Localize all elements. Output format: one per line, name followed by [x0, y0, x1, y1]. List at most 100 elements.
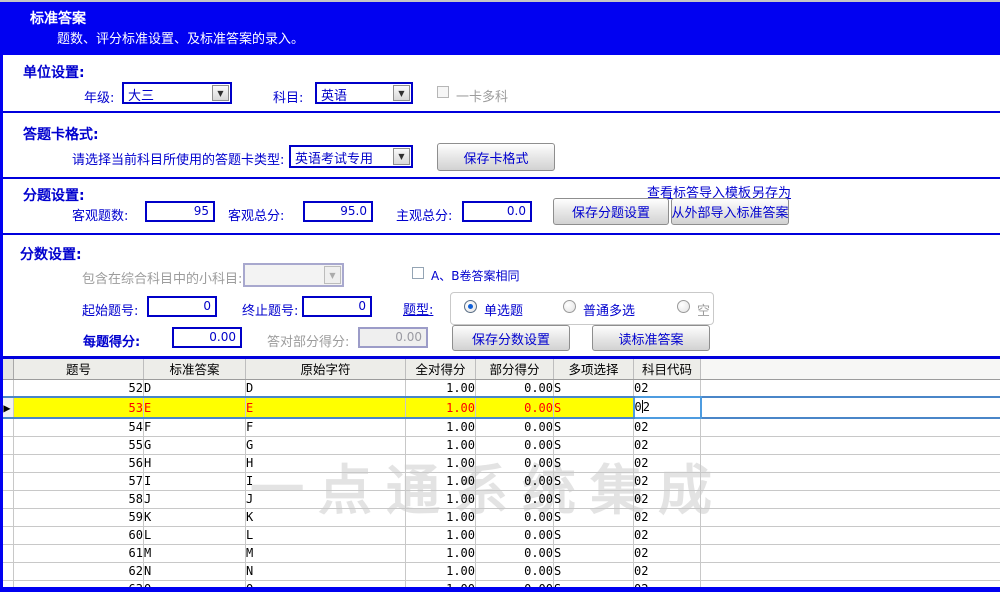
cell-raw-chars[interactable]: J	[246, 490, 406, 508]
cell-standard-answer[interactable]: E	[144, 397, 246, 418]
per-question-score-input[interactable]: 0.00	[172, 327, 242, 348]
cell-raw-chars[interactable]: E	[246, 397, 406, 418]
cell-raw-chars[interactable]: H	[246, 454, 406, 472]
import-standard-answer-button[interactable]: 从外部导入标准答案	[671, 198, 789, 225]
read-standard-answer-button[interactable]: 读标准答案	[592, 325, 710, 351]
col-header-multi-select[interactable]: 多项选择	[554, 359, 634, 379]
cell-question-no[interactable]: 56	[14, 454, 144, 472]
chevron-down-icon[interactable]: ▼	[393, 85, 410, 101]
cell-full-score[interactable]: 1.00	[406, 472, 476, 490]
table-row[interactable]: ▶ 53 E E 1.00 0.00 S 02	[1, 397, 1000, 418]
cell-subject-code[interactable]: 02	[634, 379, 701, 397]
cell-multi-select[interactable]: S	[554, 379, 634, 397]
card-type-select[interactable]: 英语考试专用 ▼	[289, 145, 413, 168]
cell-standard-answer[interactable]: I	[144, 472, 246, 490]
cell-subject-code[interactable]: 02	[634, 436, 701, 454]
cell-raw-chars[interactable]: D	[246, 379, 406, 397]
cell-full-score[interactable]: 1.00	[406, 418, 476, 436]
table-row[interactable]: 62 N N 1.00 0.00 S 02	[1, 562, 1000, 580]
cell-partial-score[interactable]: 0.00	[476, 436, 554, 454]
cell-partial-score[interactable]: 0.00	[476, 397, 554, 418]
cell-subject-code[interactable]: 02	[634, 562, 701, 580]
cell-raw-chars[interactable]: G	[246, 436, 406, 454]
cell-question-no[interactable]: 61	[14, 544, 144, 562]
table-row[interactable]: 61 M M 1.00 0.00 S 02	[1, 544, 1000, 562]
cell-partial-score[interactable]: 0.00	[476, 472, 554, 490]
cell-multi-select[interactable]: S	[554, 562, 634, 580]
radio-multi-choice[interactable]	[563, 300, 576, 313]
cell-multi-select[interactable]: S	[554, 472, 634, 490]
cell-partial-score[interactable]: 0.00	[476, 544, 554, 562]
cell-subject-code[interactable]: 02	[634, 544, 701, 562]
col-header-question-no[interactable]: 题号	[14, 359, 144, 379]
objective-total-input[interactable]: 95.0	[303, 201, 373, 222]
col-header-raw-chars[interactable]: 原始字符	[246, 359, 406, 379]
cell-standard-answer[interactable]: F	[144, 418, 246, 436]
col-header-full-score[interactable]: 全对得分	[406, 359, 476, 379]
multi-card-checkbox[interactable]	[437, 86, 449, 98]
cell-question-no[interactable]: 60	[14, 526, 144, 544]
cell-raw-chars[interactable]: M	[246, 544, 406, 562]
chevron-down-icon[interactable]: ▼	[393, 148, 410, 165]
cell-standard-answer[interactable]: H	[144, 454, 246, 472]
cell-subject-code[interactable]: 02	[634, 526, 701, 544]
cell-raw-chars[interactable]: I	[246, 472, 406, 490]
subjective-total-input[interactable]: 0.0	[462, 201, 532, 222]
cell-partial-score[interactable]: 0.00	[476, 526, 554, 544]
cell-subject-code[interactable]: 02	[634, 418, 701, 436]
cell-standard-answer[interactable]: N	[144, 562, 246, 580]
cell-multi-select[interactable]: S	[554, 418, 634, 436]
cell-question-no[interactable]: 52	[14, 379, 144, 397]
cell-subject-code[interactable]: 02	[634, 454, 701, 472]
cell-full-score[interactable]: 1.00	[406, 544, 476, 562]
cell-question-no[interactable]: 59	[14, 508, 144, 526]
cell-partial-score[interactable]: 0.00	[476, 379, 554, 397]
cell-subject-code[interactable]: 02	[634, 508, 701, 526]
col-header-partial-score[interactable]: 部分得分	[476, 359, 554, 379]
cell-full-score[interactable]: 1.00	[406, 436, 476, 454]
cell-subject-code[interactable]: 02	[634, 397, 701, 418]
table-row[interactable]: 56 H H 1.00 0.00 S 02	[1, 454, 1000, 472]
objective-count-input[interactable]: 95	[145, 201, 215, 222]
start-number-input[interactable]: 0	[147, 296, 217, 317]
radio-empty[interactable]	[677, 300, 690, 313]
cell-full-score[interactable]: 1.00	[406, 490, 476, 508]
cell-subject-code[interactable]: 02	[634, 472, 701, 490]
save-split-settings-button[interactable]: 保存分题设置	[553, 198, 669, 225]
cell-raw-chars[interactable]: N	[246, 562, 406, 580]
cell-multi-select[interactable]: S	[554, 397, 634, 418]
cell-full-score[interactable]: 1.00	[406, 562, 476, 580]
cell-full-score[interactable]: 1.00	[406, 454, 476, 472]
cell-full-score[interactable]: 1.00	[406, 508, 476, 526]
chevron-down-icon[interactable]: ▼	[212, 85, 229, 101]
cell-standard-answer[interactable]: M	[144, 544, 246, 562]
table-row[interactable]: 52 D D 1.00 0.00 S 02	[1, 379, 1000, 397]
cell-full-score[interactable]: 1.00	[406, 397, 476, 418]
cell-multi-select[interactable]: S	[554, 526, 634, 544]
table-row[interactable]: 58 J J 1.00 0.00 S 02	[1, 490, 1000, 508]
table-row[interactable]: 55 G G 1.00 0.00 S 02	[1, 436, 1000, 454]
table-row[interactable]: 60 L L 1.00 0.00 S 02	[1, 526, 1000, 544]
save-card-format-button[interactable]: 保存卡格式	[437, 143, 555, 171]
cell-subject-code[interactable]: 02	[634, 490, 701, 508]
subject-select[interactable]: 英语 ▼	[315, 82, 413, 104]
cell-multi-select[interactable]: S	[554, 544, 634, 562]
cell-question-no[interactable]: 55	[14, 436, 144, 454]
table-row[interactable]: 59 K K 1.00 0.00 S 02	[1, 508, 1000, 526]
save-score-settings-button[interactable]: 保存分数设置	[452, 325, 570, 351]
cell-standard-answer[interactable]: J	[144, 490, 246, 508]
grade-select[interactable]: 大三 ▼	[122, 82, 232, 104]
cell-question-no[interactable]: 54	[14, 418, 144, 436]
cell-partial-score[interactable]: 0.00	[476, 418, 554, 436]
cell-raw-chars[interactable]: L	[246, 526, 406, 544]
cell-standard-answer[interactable]: L	[144, 526, 246, 544]
cell-standard-answer[interactable]: K	[144, 508, 246, 526]
table-row[interactable]: 54 F F 1.00 0.00 S 02	[1, 418, 1000, 436]
cell-partial-score[interactable]: 0.00	[476, 562, 554, 580]
ab-same-checkbox[interactable]	[412, 267, 424, 279]
cell-question-no[interactable]: 57	[14, 472, 144, 490]
cell-multi-select[interactable]: S	[554, 490, 634, 508]
cell-standard-answer[interactable]: D	[144, 379, 246, 397]
cell-multi-select[interactable]: S	[554, 508, 634, 526]
col-header-standard-answer[interactable]: 标准答案	[144, 359, 246, 379]
